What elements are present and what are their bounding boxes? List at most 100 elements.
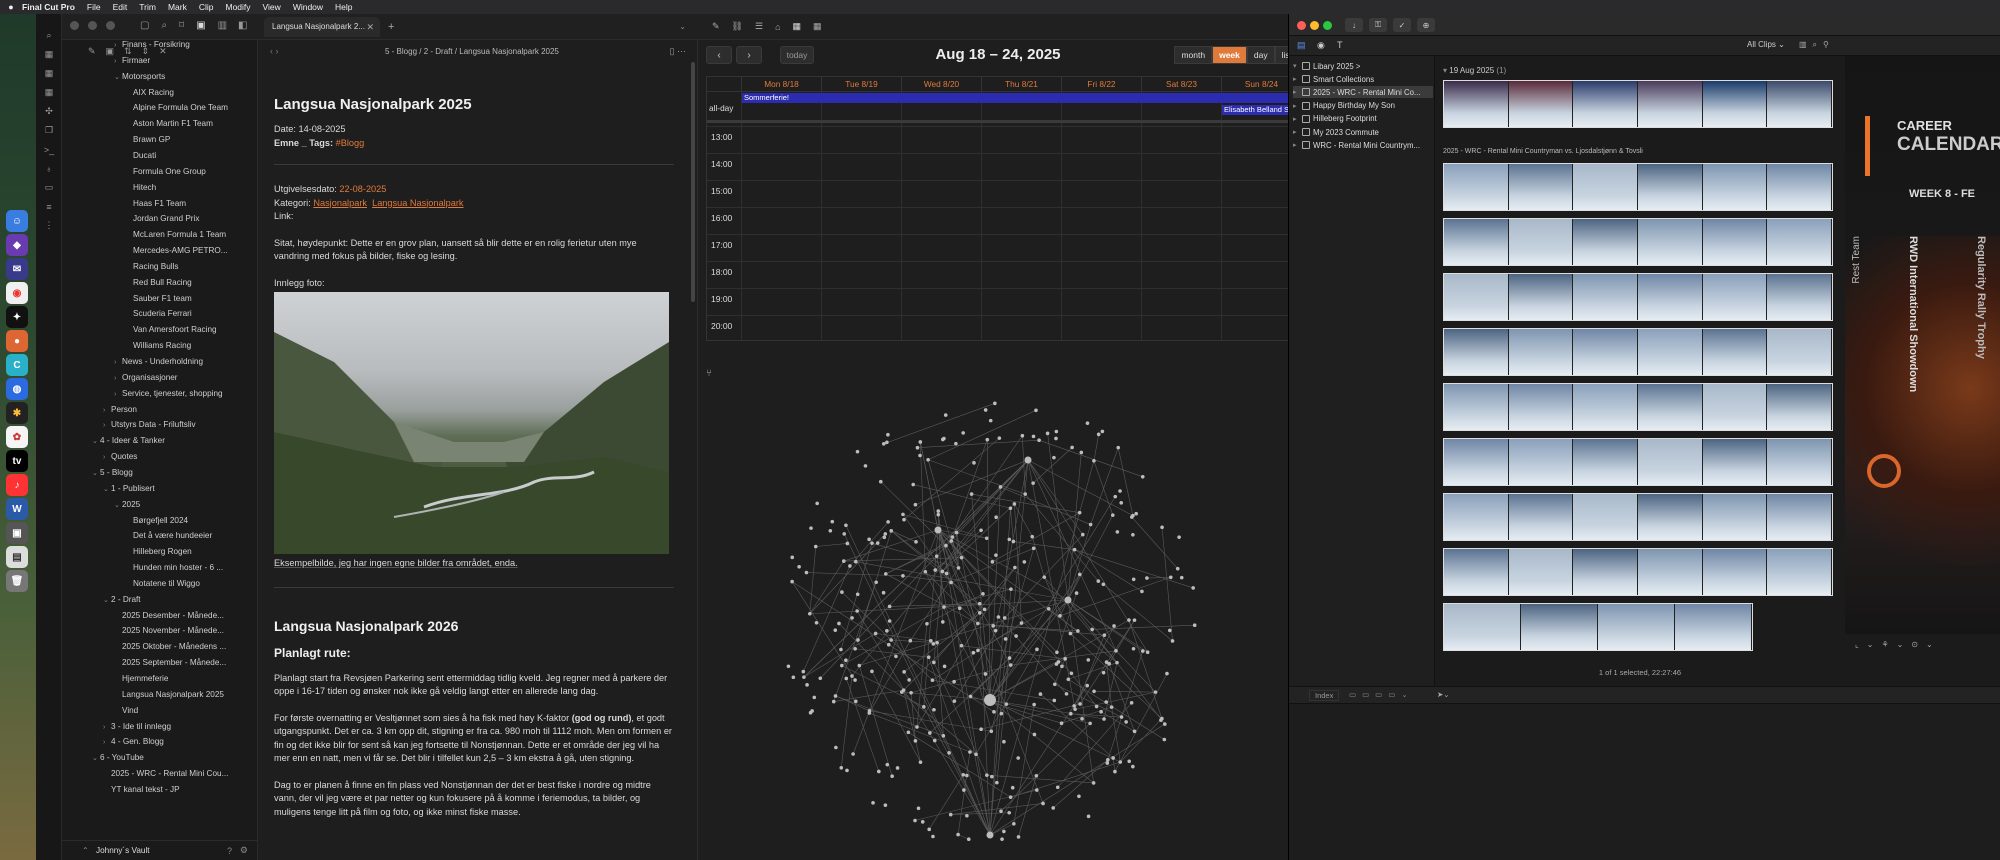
graph-node[interactable] xyxy=(1064,692,1069,696)
clip-filmstrip[interactable] xyxy=(1443,493,1833,541)
note-item[interactable]: Notatene til Wiggo xyxy=(125,579,200,588)
search-icon[interactable]: ⌕ xyxy=(161,20,167,31)
graph-node[interactable] xyxy=(977,601,982,606)
graph-node[interactable] xyxy=(797,564,801,569)
graph-node[interactable] xyxy=(1054,429,1059,434)
view-month-button[interactable]: month xyxy=(1174,46,1213,64)
graph-node[interactable] xyxy=(889,529,894,533)
graph-node[interactable] xyxy=(1064,596,1072,604)
category-link[interactable]: Nasjonalpark xyxy=(313,198,367,208)
graph-node[interactable] xyxy=(814,621,819,625)
music-icon[interactable]: ♪ xyxy=(6,474,28,496)
graph-node[interactable] xyxy=(853,678,857,682)
graph-node[interactable] xyxy=(915,445,920,450)
graph-node[interactable] xyxy=(883,572,888,576)
graph-node[interactable] xyxy=(1119,715,1124,719)
graph-node[interactable] xyxy=(1162,737,1167,742)
graph-node[interactable] xyxy=(809,526,813,530)
graph-node[interactable] xyxy=(870,669,874,674)
graph-node[interactable] xyxy=(999,711,1004,716)
firefox-icon[interactable]: ● xyxy=(6,330,28,352)
graph-node[interactable] xyxy=(882,535,887,540)
graph-node[interactable] xyxy=(993,628,998,633)
graph-node[interactable] xyxy=(1131,646,1136,651)
clip-filmstrip[interactable] xyxy=(1443,328,1833,376)
graph-node[interactable] xyxy=(1088,721,1092,726)
graph-node[interactable] xyxy=(1179,575,1184,580)
minimize-window-button[interactable] xyxy=(1310,21,1319,30)
graph-node[interactable] xyxy=(1012,821,1016,826)
note-item[interactable]: Aston Martin F1 Team xyxy=(125,119,213,128)
graph-node[interactable] xyxy=(928,731,932,735)
graph-node[interactable] xyxy=(867,537,871,542)
graph-node[interactable] xyxy=(1092,458,1096,463)
graph-node[interactable] xyxy=(948,812,953,817)
graph-node[interactable] xyxy=(932,738,937,743)
graph-node[interactable] xyxy=(805,683,809,687)
note-item[interactable]: Hitech xyxy=(125,183,156,192)
graph-node[interactable] xyxy=(1115,660,1119,665)
graph-node[interactable] xyxy=(930,678,935,683)
graph-node[interactable] xyxy=(1002,616,1007,620)
folder-item[interactable]: › Firmaer xyxy=(114,56,150,65)
graph-node[interactable] xyxy=(1038,692,1043,696)
graph-node[interactable] xyxy=(1192,623,1197,628)
copy-icon[interactable]: ❐ xyxy=(36,121,62,140)
graph-node[interactable] xyxy=(887,604,892,609)
graph-node[interactable] xyxy=(1129,700,1134,705)
graph-node[interactable] xyxy=(1080,717,1084,721)
chrome-icon[interactable]: ◉ xyxy=(6,282,28,304)
tab-note[interactable]: Langsua Nasjonalpark 2... ✕ xyxy=(264,16,380,37)
graph-node[interactable] xyxy=(1096,432,1101,437)
graph-node[interactable] xyxy=(1131,764,1135,769)
note-item[interactable]: Formula One Group xyxy=(125,167,206,176)
graph-node[interactable] xyxy=(949,539,954,543)
clip-filmstrip[interactable] xyxy=(1443,438,1833,486)
graph-node[interactable] xyxy=(907,678,911,682)
graph-node[interactable] xyxy=(790,555,795,560)
graph-node[interactable] xyxy=(834,745,838,750)
graph-node[interactable] xyxy=(901,574,905,578)
graph-node[interactable] xyxy=(999,809,1003,814)
note-item[interactable]: Brawn GP xyxy=(125,135,170,144)
clip-filmstrip[interactable] xyxy=(1443,80,1833,128)
graph-node[interactable] xyxy=(927,827,931,832)
new-note-icon[interactable]: ✎ xyxy=(88,46,96,57)
graph-node[interactable] xyxy=(977,611,982,615)
word-icon[interactable]: W xyxy=(6,498,28,520)
prev-week-button[interactable]: ‹ xyxy=(706,46,732,64)
graph-node[interactable] xyxy=(1052,455,1056,460)
mail-icon[interactable]: ✉ xyxy=(6,258,28,280)
graph-node[interactable] xyxy=(941,620,945,624)
folder-item[interactable]: ⌄ 2 - Draft xyxy=(103,595,141,604)
graph-node[interactable] xyxy=(1007,537,1012,542)
graph-node[interactable] xyxy=(881,590,886,595)
graph-node[interactable] xyxy=(1031,434,1036,439)
day-header[interactable]: Tue 8/19 xyxy=(821,77,901,91)
calendar-icon[interactable]: ▦ xyxy=(813,21,822,32)
note-item[interactable]: Alpine Formula One Team xyxy=(125,103,228,112)
disclosure-icon[interactable]: ▸ xyxy=(1293,128,1299,136)
calendar-icon[interactable]: ▦ xyxy=(36,64,62,83)
time-slot-row[interactable]: 16:00 xyxy=(707,207,1299,234)
library-event[interactable]: ▸ Hilleberg Footprint xyxy=(1293,113,1377,125)
calendar-icon[interactable]: ▦ xyxy=(36,83,62,102)
graph-node[interactable] xyxy=(901,512,905,517)
graph-node[interactable] xyxy=(833,628,838,632)
graph-node[interactable] xyxy=(1016,835,1021,839)
microphone-icon[interactable]: ♁ xyxy=(36,159,62,178)
graph-node[interactable] xyxy=(954,441,958,446)
graph-node[interactable] xyxy=(790,579,794,584)
day-header[interactable]: Mon 8/18 xyxy=(741,77,821,91)
graph-node[interactable] xyxy=(1145,576,1149,580)
graph-node[interactable] xyxy=(1019,621,1024,625)
close-window-button[interactable] xyxy=(70,21,79,30)
note-item[interactable]: Haas F1 Team xyxy=(125,199,186,208)
graph-node[interactable] xyxy=(918,440,923,444)
graph-node[interactable] xyxy=(968,694,973,699)
graph-node[interactable] xyxy=(813,544,818,549)
graph-node[interactable] xyxy=(855,609,859,613)
graph-node[interactable] xyxy=(1023,492,1028,496)
graph-node[interactable] xyxy=(853,559,858,564)
tag-blogg[interactable]: #Blogg xyxy=(336,138,365,148)
